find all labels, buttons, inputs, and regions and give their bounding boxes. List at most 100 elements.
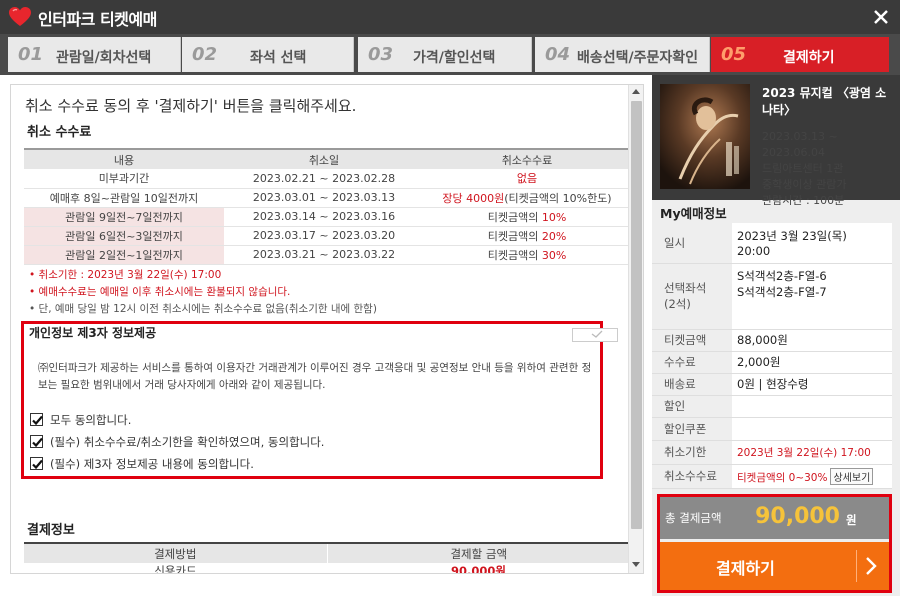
scroll-up-arrow-icon[interactable] xyxy=(632,89,640,94)
pay-button[interactable]: 결제하기 xyxy=(660,542,889,590)
instruction-text: 취소 수수료 동의 후 '결제하기' 버튼을 클릭해주세요. xyxy=(25,97,357,115)
chevron-right-icon xyxy=(866,557,877,575)
my-booking-heading: My예매정보 xyxy=(660,206,727,221)
checkbox-agree-all[interactable]: 모두 동의합니다. xyxy=(30,411,590,431)
column-header: 취소수수료 xyxy=(424,148,630,169)
fee-content-cell: 관람일 6일전~3일전까지 xyxy=(24,226,224,246)
third-party-consent-box: 개인정보 제3자 정보제공 ㈜인터파크가 제공하는 서비스를 통하여 이용자간 … xyxy=(21,321,603,479)
table-row: 관람일 9일전~7일전까지 2023.03.14 ~ 2023.03.16 티켓금액… xyxy=(24,207,630,227)
title-bar: 인터파크 티켓예매 xyxy=(0,0,900,34)
checkbox-agree-third-party[interactable]: (필수) 제3자 정보제공 내용에 동의합니다. xyxy=(30,455,590,475)
row-delivery: 배송료 0원 | 현장수령 xyxy=(652,373,892,396)
fee-suffix: (티켓금액의 10%한도) xyxy=(504,191,612,205)
step-number: 05 xyxy=(721,44,747,65)
step-3-price-discount[interactable]: 03 가격/할인선택 xyxy=(358,37,532,72)
fee-amount-cell: 티켓금액의 10% xyxy=(424,207,630,227)
column-header: 취소일 xyxy=(224,148,424,169)
row-key: 취소기한 xyxy=(652,440,732,465)
row-ticket-price: 티켓금액 88,000원 xyxy=(652,329,892,352)
fee-date-cell: 2023.03.01 ~ 2023.03.13 xyxy=(224,188,424,208)
fee-amount-cell: 티켓금액의 30% xyxy=(424,245,630,265)
step-5-payment[interactable]: 05 결제하기 xyxy=(711,37,889,72)
chevron-down-icon[interactable] xyxy=(572,328,618,342)
payment-content-panel: 취소 수수료 동의 후 '결제하기' 버튼을 클릭해주세요. 취소 수수료 내용… xyxy=(10,84,644,574)
step-label: 관람일/회차선택 xyxy=(56,50,152,66)
column-header: 내용 xyxy=(24,148,224,169)
step-label: 좌석 선택 xyxy=(250,50,307,66)
fee-date-cell: 2023.03.14 ~ 2023.03.16 xyxy=(224,207,424,227)
booking-summary-panel: 2023 뮤지컬 〈광염 소나타〉 2023.03.13 ~ 2023.06.0… xyxy=(652,75,900,596)
cancel-fee-heading: 취소 수수료 xyxy=(27,125,92,140)
fee-amount-cell: 없음 xyxy=(424,169,630,189)
show-period-end: 2023.06.04 xyxy=(762,146,825,159)
row-key: 취소수수료 xyxy=(652,464,732,489)
vertical-scrollbar[interactable] xyxy=(628,85,643,573)
step-1-date-select[interactable]: 01 관람일/회차선택 xyxy=(8,37,181,72)
row-discount: 할인 xyxy=(652,395,892,418)
row-value: 88,000원 xyxy=(732,329,892,352)
row-value: 2023년 3월 23일(목) 20:00 xyxy=(732,223,892,264)
row-value: 0원 | 현장수령 xyxy=(732,373,892,396)
fee-content-cell: 미부과기간 xyxy=(24,169,224,189)
consent-heading: 개인정보 제3자 정보제공 xyxy=(29,326,157,340)
table-row: 관람일 6일전~3일전까지 2023.03.17 ~ 2023.03.20 티켓금액… xyxy=(24,226,630,246)
scroll-down-arrow-icon[interactable] xyxy=(632,562,640,567)
checkbox-label: (필수) 취소수수료/취소기한을 확인하였으며, 동의합니다. xyxy=(50,435,325,449)
detail-view-button[interactable]: 상세보기 xyxy=(830,467,874,485)
note-same-day: • 단, 예매 당일 밤 12시 이전 취소시에는 취소수수료 없음(취소기한 … xyxy=(29,303,377,315)
scrollbar-thumb[interactable] xyxy=(631,101,642,529)
fee-content-cell: 관람일 9일전~7일전까지 xyxy=(24,207,224,227)
total-amount-row: 총 결제금액 90,000 원 xyxy=(660,497,889,539)
show-title: 2023 뮤지컬 〈광염 소나타〉 xyxy=(762,86,887,117)
payment-info-heading: 결제정보 xyxy=(27,523,75,538)
checkmark-icon xyxy=(32,415,43,426)
fee-date-cell: 2023.03.21 ~ 2023.03.22 xyxy=(224,245,424,265)
fee-text: 티켓금액의 xyxy=(487,229,542,243)
row-value xyxy=(732,395,892,418)
checkbox[interactable] xyxy=(30,457,43,470)
divider xyxy=(856,550,857,582)
fee-content-cell: 예매후 8일~관람일 10일전까지 xyxy=(24,188,224,208)
poster-art xyxy=(660,84,750,189)
step-4-delivery-orderer[interactable]: 04 배송선택/주문자확인 xyxy=(535,37,710,72)
total-label: 총 결제금액 xyxy=(665,511,722,525)
row-key: 티켓금액 xyxy=(652,329,732,352)
step-2-seat-select[interactable]: 02 좌석 선택 xyxy=(182,37,354,72)
row-key: 수수료 xyxy=(652,351,732,374)
step-number: 01 xyxy=(18,44,44,65)
ticket-booking-window: 인터파크 티켓예매 01 관람일/회차선택 02 좌석 선택 03 가격/할인선… xyxy=(0,0,900,596)
column-header: 결제방법 xyxy=(24,542,328,563)
show-details: 2023.03.13 ~ 2023.06.04 드림아트센터 1관 중학생이상 … xyxy=(762,129,846,209)
show-venue: 드림아트센터 1관 xyxy=(762,162,844,175)
total-and-pay-box: 총 결제금액 90,000 원 결제하기 xyxy=(657,494,892,593)
payment-info-table: 결제방법 결제할 금액 신용카드 90,000원 xyxy=(24,542,630,573)
step-number: 03 xyxy=(368,44,394,65)
row-value: 티켓금액의 0~30% 상세보기 xyxy=(732,464,892,489)
checkbox-agree-cancel-fee[interactable]: (필수) 취소수수료/취소기한을 확인하였으며, 동의합니다. xyxy=(30,433,590,453)
total-unit: 원 xyxy=(846,513,857,527)
close-icon[interactable] xyxy=(870,6,892,28)
fee-content-cell: 관람일 2일전~1일전까지 xyxy=(24,245,224,265)
checkbox-label: (필수) 제3자 정보제공 내용에 동의합니다. xyxy=(50,457,254,471)
row-key: 선택좌석 (2석) xyxy=(652,263,732,330)
table-row: 관람일 2일전~1일전까지 2023.03.21 ~ 2023.03.22 티켓금액… xyxy=(24,245,630,265)
row-key: 일시 xyxy=(652,223,732,264)
fee-date-cell: 2023.02.21 ~ 2023.02.28 xyxy=(224,169,424,189)
step-number: 04 xyxy=(545,44,571,65)
fee-text: 없음 xyxy=(516,172,538,186)
step-label: 가격/할인선택 xyxy=(413,50,496,66)
row-coupon: 할인쿠폰 xyxy=(652,417,892,441)
row-value: 2023년 3월 22일(수) 17:00 xyxy=(732,440,892,465)
show-poster-image xyxy=(660,84,750,189)
cancel-notes: • 취소기한 : 2023년 3월 22일(수) 17:00 • 예매수수료는 … xyxy=(29,267,377,318)
fee-highlight: 장당 4000원 xyxy=(442,191,505,205)
row-key: 배송료 xyxy=(652,373,732,396)
fee-amount-cell: 티켓금액의 20% xyxy=(424,226,630,246)
checkmark-icon xyxy=(32,459,43,470)
note-deadline: • 취소기한 : 2023년 3월 22일(수) 17:00 xyxy=(29,269,222,281)
total-value: 90,000 xyxy=(755,504,840,529)
checkbox[interactable] xyxy=(30,413,43,426)
step-navigation: 01 관람일/회차선택 02 좌석 선택 03 가격/할인선택 04 배송선택/… xyxy=(0,34,900,75)
checkbox[interactable] xyxy=(30,435,43,448)
row-datetime: 일시 2023년 3월 23일(목) 20:00 xyxy=(652,223,892,264)
